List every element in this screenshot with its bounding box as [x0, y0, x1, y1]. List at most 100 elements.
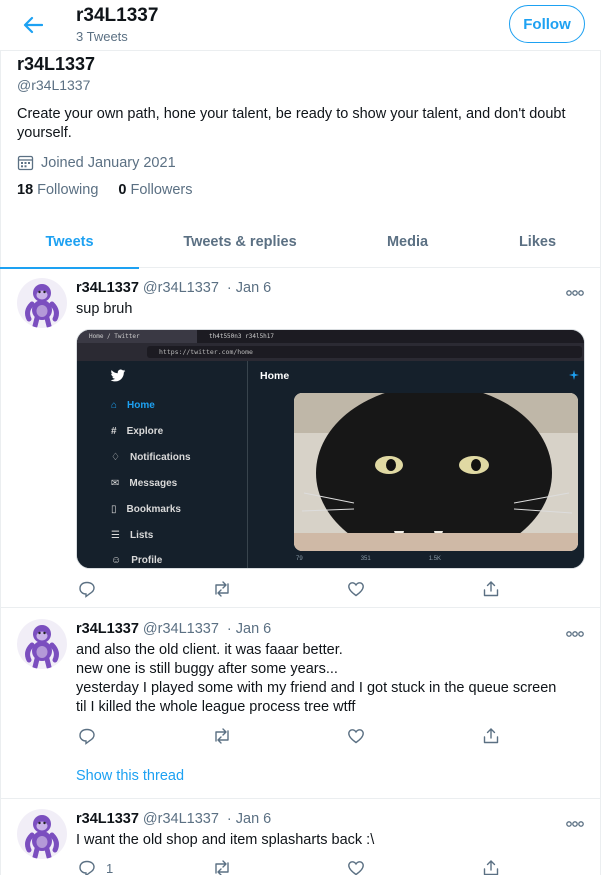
more-options-button[interactable] [565, 625, 585, 637]
reply-button[interactable] [78, 580, 106, 598]
profile-tabs: Tweets Tweets & replies Media Likes [0, 215, 601, 269]
gorilla-avatar-icon [25, 815, 59, 859]
twitter-bird-icon [110, 369, 126, 382]
tweet-line: til I killed the whole league process tr… [76, 699, 356, 715]
hashtag-icon: # [111, 426, 117, 437]
more-options-button[interactable] [565, 815, 585, 827]
share-button[interactable] [482, 580, 500, 598]
avatar[interactable] [17, 809, 67, 859]
tab-likes[interactable]: Likes [474, 215, 601, 268]
heart-icon [348, 582, 364, 597]
embedded-nav-explore: # Explore [111, 426, 163, 437]
embedded-nav-notifications: ♢ Notifications [111, 452, 191, 463]
followers-link[interactable]: 0 Followers [118, 182, 192, 198]
followers-count: 0 [118, 182, 127, 198]
embedded-sidebar: ⌂ Home # Explore ♢ Notifications ✉ Messages … [77, 361, 247, 568]
tweet-line: new one is still buggy after some years.… [76, 661, 338, 677]
embedded-stat: 79 [296, 556, 303, 562]
retweet-icon [215, 581, 229, 597]
avatar[interactable] [17, 278, 67, 328]
embedded-main-column: Home 79 351 1.5K [247, 361, 584, 568]
profile-handle: @r34L1337 [17, 77, 91, 93]
tweet-text: I want the old shop and item splasharts … [76, 832, 375, 848]
tweet-line: yesterday I played some with my friend a… [76, 680, 557, 696]
retweet-button[interactable] [212, 859, 232, 875]
browser-url-bar: https://twitter.com/home [77, 343, 584, 361]
like-button[interactable] [347, 727, 365, 745]
nav-label: Explore [126, 426, 164, 437]
nav-label: Lists [129, 530, 154, 541]
tweet-separator: · [226, 280, 232, 296]
like-button[interactable] [347, 859, 365, 875]
tweet-text: and also the old client. it was faaar be… [76, 641, 586, 717]
like-button[interactable] [347, 580, 365, 598]
tweet-author-handle[interactable]: @r34L1337 [143, 811, 219, 827]
joined-text: Joined January 2021 [41, 154, 176, 171]
embedded-nav-profile: ☺ Profile [111, 555, 162, 566]
tweet-date[interactable]: Jan 6 [236, 280, 271, 296]
following-link[interactable]: 18 Following [17, 182, 98, 198]
tweet-count: 3 Tweets [76, 29, 128, 44]
tweet-actions [76, 580, 506, 602]
more-options-button[interactable] [565, 284, 585, 296]
share-icon [483, 728, 499, 744]
tweet-date[interactable]: Jan 6 [236, 621, 271, 637]
follow-stats: 18 Following 0 Followers [17, 182, 193, 198]
more-icon [566, 821, 584, 827]
tab-tweets[interactable]: Tweets [0, 215, 139, 269]
black-cat-photo [294, 393, 578, 551]
tab-media[interactable]: Media [341, 215, 474, 268]
nav-label: Messages [129, 478, 178, 489]
tab-tweets-replies[interactable]: Tweets & replies [139, 215, 341, 268]
tweet-author-name[interactable]: r34L1337 [76, 280, 139, 296]
tweet-date[interactable]: Jan 6 [236, 811, 271, 827]
tweet-author-handle[interactable]: @r34L1337 [143, 280, 219, 296]
back-button[interactable] [18, 12, 48, 38]
share-button[interactable] [482, 727, 500, 745]
browser-url: https://twitter.com/home [147, 346, 582, 358]
reply-button[interactable]: 1 [78, 859, 113, 875]
profile-bio: Create your own path, hone your talent, … [17, 106, 566, 141]
share-button[interactable] [482, 859, 500, 875]
profile-name: r34L1337 [17, 54, 96, 74]
calendar-icon [17, 155, 34, 171]
reply-button[interactable] [78, 727, 106, 745]
home-icon: ⌂ [111, 400, 118, 411]
nav-label: Notifications [129, 452, 191, 463]
nav-label: Profile [131, 555, 163, 566]
tweet-actions: 1 [76, 859, 506, 875]
person-icon: ☺ [111, 555, 122, 566]
embedded-stat: 351 [360, 556, 371, 562]
tweet-author-handle[interactable]: @r34L1337 [143, 621, 219, 637]
heart-icon [348, 729, 364, 744]
embedded-stats: 79 351 1.5K [296, 556, 576, 566]
retweet-icon [215, 728, 229, 744]
avatar[interactable] [17, 619, 67, 669]
envelope-icon: ✉ [111, 478, 120, 489]
following-label: Following [37, 182, 99, 198]
embedded-nav-lists: ☰ Lists [111, 530, 153, 541]
arrow-left-icon [23, 16, 43, 34]
tweet-header: r34L1337 @r34L1337 · Jan 6 [76, 621, 271, 637]
follow-button[interactable]: Follow [509, 5, 585, 43]
tweet-media-image[interactable]: Home / Twitter th4t550n3 r34l5h17 https:… [76, 329, 585, 569]
tweet-author-name[interactable]: r34L1337 [76, 811, 139, 827]
list-icon: ☰ [111, 530, 120, 541]
more-icon [566, 290, 584, 296]
gorilla-avatar-icon [25, 625, 59, 669]
retweet-icon [215, 860, 229, 875]
show-thread-link[interactable]: Show this thread [76, 768, 184, 784]
browser-tab: th4t550n3 r34l5h17 [209, 333, 275, 340]
browser-tab-strip: Home / Twitter th4t550n3 r34l5h17 [77, 330, 584, 343]
retweet-button[interactable] [212, 727, 232, 745]
reply-icon [79, 728, 95, 745]
tweet-header: r34L1337 @r34L1337 · Jan 6 [76, 280, 271, 296]
tweet-author-name[interactable]: r34L1337 [76, 621, 139, 637]
embedded-main-title: Home [260, 370, 290, 382]
embedded-stat: 1.5K [428, 556, 442, 562]
following-count: 18 [17, 182, 34, 198]
tweet-separator: · [226, 811, 232, 827]
retweet-button[interactable] [212, 580, 232, 598]
profile-joined: Joined January 2021 [17, 154, 176, 171]
reply-count: 1 [106, 860, 114, 875]
